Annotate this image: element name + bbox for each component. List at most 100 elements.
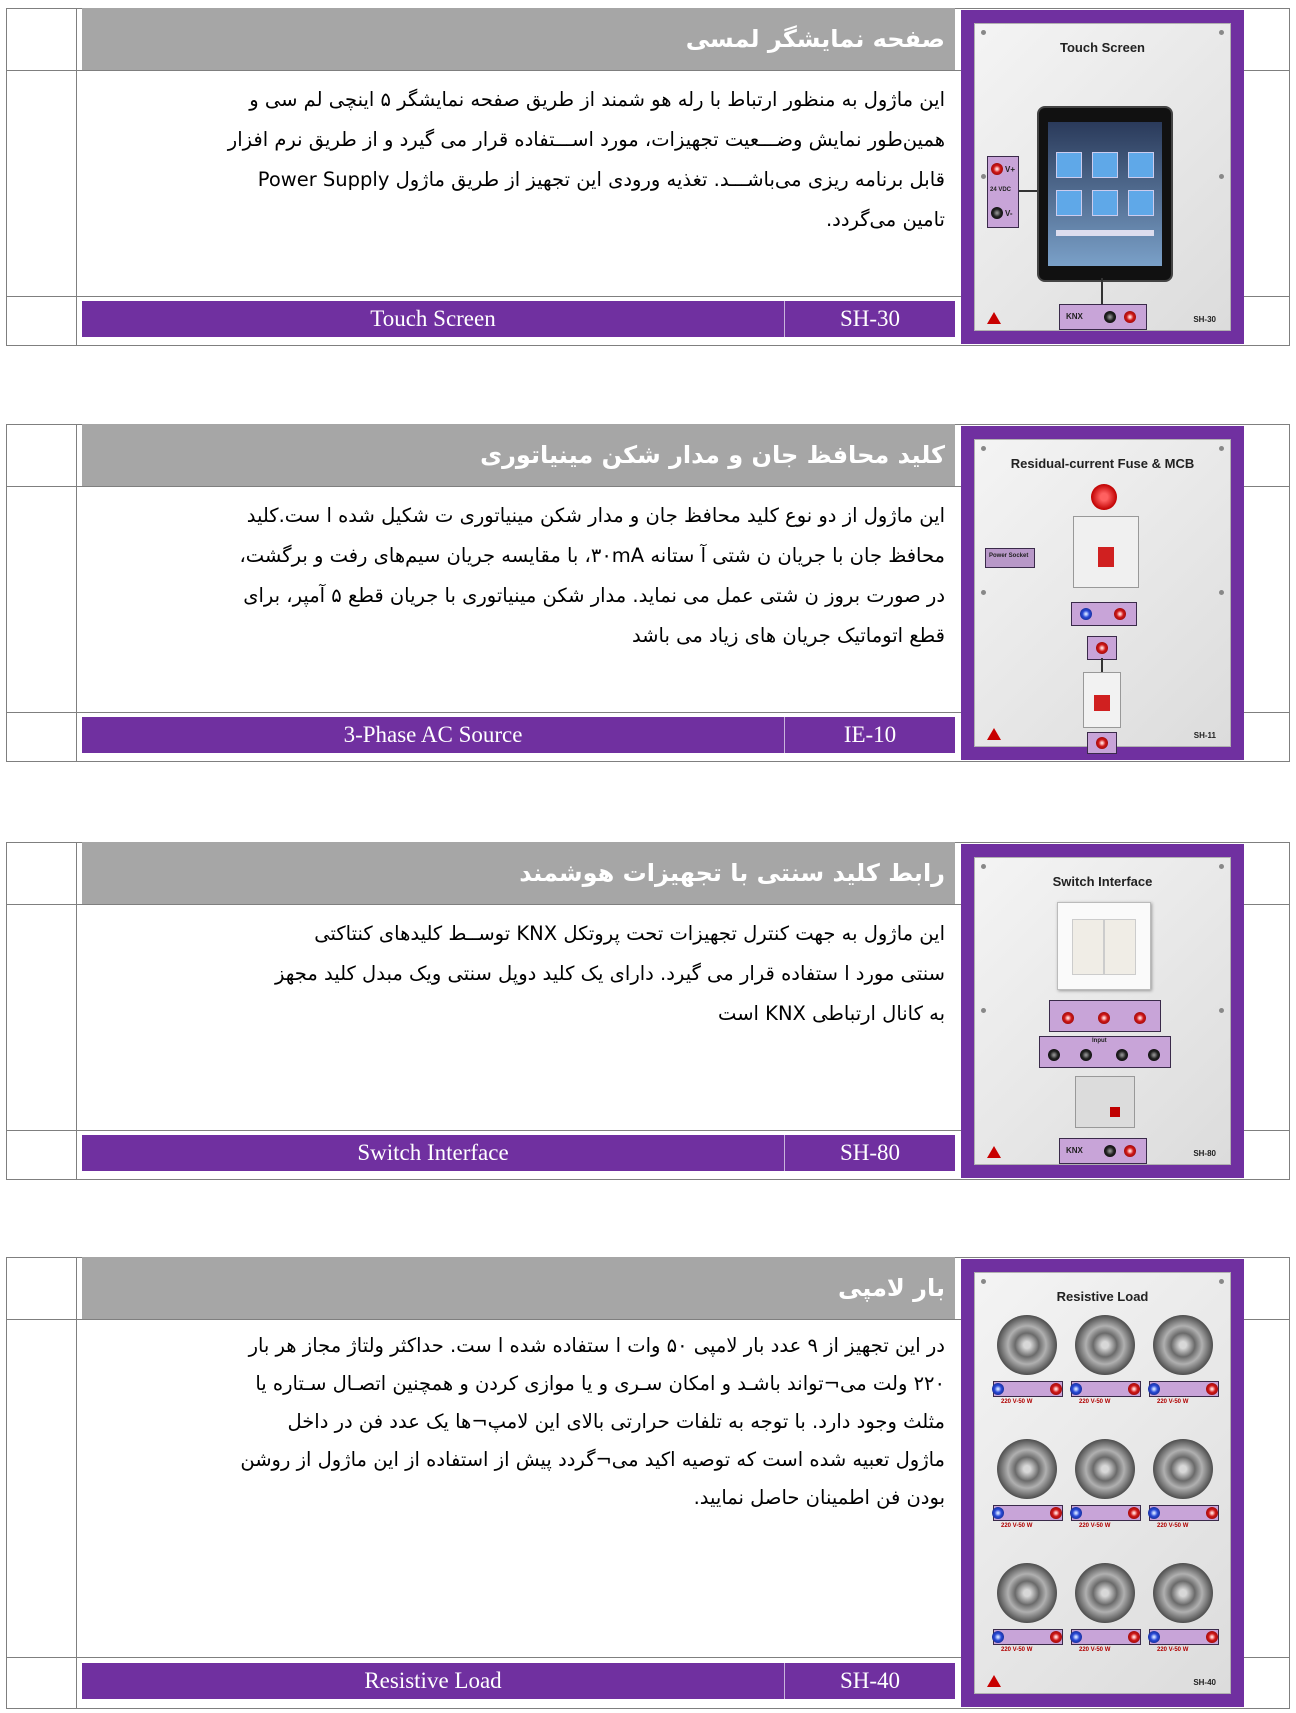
icon-tile	[1128, 152, 1154, 178]
lamp-rating-label: 220 V-50 W	[1079, 1647, 1111, 1653]
left-column-divider	[76, 1257, 77, 1709]
module-photo: Residual-current Fuse & MCB Power Socket	[961, 426, 1244, 760]
description-line: قطع اتوماتیک جریان های زیاد می باشد	[631, 624, 945, 647]
blue-jack-icon	[1070, 1507, 1082, 1519]
module-code: SH-40	[839, 1668, 901, 1693]
screw-icon	[1219, 864, 1224, 869]
description-line: مثلث وجود دارد. با توجه به تلفات حرارتی …	[287, 1410, 945, 1433]
module-card: بار لامپی در این تجهیز از ۹ عدد بار لامپ…	[6, 1257, 1290, 1709]
red-jack-icon	[1050, 1507, 1062, 1519]
module-photo: Resistive Load 220 V-50 W 220 V-50 W 220 V…	[961, 1259, 1244, 1707]
description-line: محافظ جان با جریان ن شتی آ ستانه ۳۰mA، ب…	[239, 544, 945, 567]
lamp-terminal-box	[1070, 1629, 1141, 1645]
panel-board: Touch Screen V+ 24 VDC V- KNX SH-30	[974, 23, 1231, 331]
description-line: این ماژول از دو نوع کلید محافظ جان و مدا…	[246, 504, 945, 527]
lamp-terminal-box	[1070, 1381, 1141, 1397]
module-title: بار لامپی	[82, 1257, 955, 1319]
lamp-rating-label: 220 V-50 W	[1079, 1523, 1111, 1529]
black-jack-icon	[1080, 1049, 1092, 1061]
lamp-rating-label: 220 V-50 W	[1079, 1399, 1111, 1405]
module-card: کلید محافظ جان و مدار شکن مینیاتوری این …	[6, 424, 1290, 762]
description-line: این ماژول به جهت کنترل تجهیزات تحت پروتک…	[314, 922, 945, 945]
lamp-terminal-box	[992, 1505, 1063, 1521]
panel-board: Resistive Load 220 V-50 W 220 V-50 W 220 V…	[974, 1272, 1231, 1694]
black-jack-icon	[1116, 1049, 1128, 1061]
knx-box: KNX	[1059, 304, 1147, 330]
description-line: این ماژول به منظور ارتباط با رله هو شمند…	[249, 88, 945, 111]
lamp-terminal-box	[992, 1381, 1063, 1397]
module-description: این ماژول از دو نوع کلید محافظ جان و مدا…	[90, 496, 945, 656]
slider-bar	[1056, 230, 1154, 236]
screw-icon	[1219, 1008, 1224, 1013]
lamp-rating-label: 220 V-50 W	[1001, 1399, 1033, 1405]
mcb-handle	[1094, 695, 1110, 711]
module-description: در این تجهیز از ۹ عدد بار لامپی ۵۰ وات ا…	[90, 1327, 945, 1517]
lamp-icon	[1153, 1439, 1213, 1499]
screw-icon	[981, 1279, 986, 1284]
panel-id-label: SH-30	[1193, 315, 1216, 324]
black-jack-icon	[1048, 1049, 1060, 1061]
lamp-icon	[1075, 1315, 1135, 1375]
lamp-icon	[997, 1315, 1057, 1375]
lamp-icon	[1075, 1563, 1135, 1623]
icon-tile	[1128, 190, 1154, 216]
module-code: SH-30	[839, 306, 901, 331]
panel-board: Switch Interface Input KNX SH-80	[974, 857, 1231, 1165]
voltage-label: 24 VDC	[990, 187, 1012, 193]
touchscreen-device	[1037, 106, 1173, 282]
lamp-rating-label: 220 V-50 W	[1157, 1399, 1189, 1405]
red-jack-icon	[1098, 1012, 1110, 1024]
description-line: در صورت بروز ن شتی عمل می نماید. مدار شک…	[243, 584, 945, 607]
red-jack-icon	[1096, 737, 1108, 749]
blue-jack-icon	[1080, 608, 1092, 620]
description-line: قابل برنامه ریزی می‌باشـــد. تغذیه ورودی…	[257, 168, 945, 191]
output-terminal-box	[1049, 1000, 1161, 1032]
panel-title: Switch Interface	[1052, 874, 1153, 889]
module-name: Touch Screen	[370, 306, 496, 331]
red-jack-icon	[1062, 1012, 1074, 1024]
lamp-terminal-box	[1148, 1629, 1219, 1645]
screw-icon	[1219, 1279, 1224, 1284]
module-code: SH-80	[839, 1140, 901, 1165]
red-jack-icon	[1206, 1507, 1218, 1519]
panel-id-label: SH-40	[1193, 1678, 1216, 1687]
brand-logo-icon	[987, 728, 1001, 740]
knx-label: KNX	[1066, 1146, 1083, 1155]
knx-box: KNX	[1059, 1138, 1147, 1164]
screw-icon	[1219, 590, 1224, 595]
description-line: تامین می‌گردد.	[825, 208, 945, 231]
module-title: رابط کلید سنتی با تجهیزات هوشمند	[82, 842, 955, 904]
wall-switch-device	[1057, 902, 1151, 990]
icon-tile	[1056, 190, 1082, 216]
indicator-lamp-icon	[1091, 484, 1117, 510]
panel-title: Resistive Load	[1056, 1289, 1149, 1304]
red-jack-icon	[1124, 311, 1136, 323]
rcd-breaker-device	[1073, 516, 1139, 588]
breaker-handle	[1098, 547, 1114, 567]
knx-label: KNX	[1066, 312, 1083, 321]
screw-icon	[1219, 446, 1224, 451]
module-name: Switch Interface	[357, 1140, 509, 1165]
arrow-icon	[1101, 278, 1103, 304]
red-jack-icon	[1128, 1383, 1140, 1395]
nr-terminal-box	[1071, 602, 1137, 626]
lamp-icon	[997, 1439, 1057, 1499]
module-photo: Touch Screen V+ 24 VDC V- KNX SH-30	[961, 10, 1244, 344]
lamp-rating-label: 220 V-50 W	[1001, 1647, 1033, 1653]
icon-tile	[1092, 152, 1118, 178]
module-footer: Switch Interface SH-80	[82, 1135, 955, 1171]
black-jack-icon	[1148, 1049, 1160, 1061]
lamp-terminal-box	[1070, 1505, 1141, 1521]
red-jack-icon	[1096, 642, 1108, 654]
v-minus-label: V-	[1005, 209, 1013, 218]
lamp-icon	[1153, 1563, 1213, 1623]
module-title: کلید محافظ جان و مدار شکن مینیاتوری	[82, 424, 955, 486]
module-photo: Switch Interface Input KNX SH-80	[961, 844, 1244, 1178]
module-title: صفحه نمایشگر لمسی	[82, 8, 955, 70]
lamp-rating-label: 220 V-50 W	[1001, 1523, 1033, 1529]
module-card: رابط کلید سنتی با تجهیزات هوشمند این ماژ…	[6, 842, 1290, 1180]
panel-board: Residual-current Fuse & MCB Power Socket	[974, 439, 1231, 754]
touchscreen-display	[1048, 122, 1162, 266]
v-plus-label: V+	[1005, 165, 1016, 174]
input-terminal-box	[1087, 636, 1117, 660]
